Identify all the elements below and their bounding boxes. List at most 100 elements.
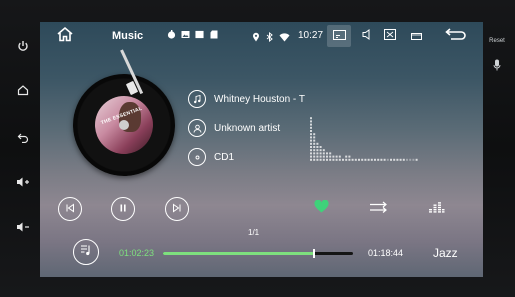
spectrum-cell	[351, 158, 354, 161]
spectrum-cell	[316, 149, 319, 152]
volume-button[interactable]	[358, 25, 376, 47]
spectrum-cell	[399, 158, 402, 161]
spectrum-cell	[342, 158, 344, 161]
spectrum-visualizer	[310, 117, 418, 161]
spectrum-cell	[364, 158, 367, 161]
person-icon	[188, 119, 206, 137]
spectrum-cell	[310, 130, 312, 132]
play-mode-button[interactable]	[368, 201, 390, 217]
screenshot-button[interactable]	[381, 25, 399, 47]
spectrum-cell	[329, 152, 332, 155]
spectrum-cell	[310, 146, 312, 148]
spectrum-cell	[338, 158, 341, 161]
spectrum-cell	[310, 123, 312, 126]
power-icon	[17, 40, 29, 52]
screen: Music 10:27 THE ESSENTIAL Whitney Housto…	[40, 22, 483, 277]
spectrum-cell	[310, 133, 312, 136]
progress-knob[interactable]	[312, 249, 315, 258]
reset-label[interactable]: Reset	[486, 38, 508, 44]
spectrum-cell	[310, 120, 312, 123]
eq-preset-label[interactable]: Jazz	[433, 246, 458, 260]
spectrum-cell	[313, 139, 316, 142]
volume-up-button[interactable]	[9, 172, 37, 192]
back-nav-button[interactable]	[442, 25, 470, 47]
spectrum-cell	[310, 152, 312, 155]
spectrum-cell	[348, 155, 351, 158]
spectrum-cell	[332, 158, 335, 161]
disc-spindle	[119, 120, 129, 130]
home-icon	[56, 26, 74, 47]
screenshot-icon	[384, 27, 396, 45]
equalizer-icon	[428, 200, 445, 218]
spectrum-cell	[322, 158, 325, 161]
spectrum-cell	[313, 149, 316, 152]
spectrum-cell	[310, 155, 312, 158]
spectrum-cell	[310, 139, 312, 142]
track-title-row: Whitney Houston - T	[188, 90, 305, 108]
playlist-button[interactable]	[73, 239, 99, 265]
spectrum-cell	[332, 155, 335, 158]
spectrum-cell	[377, 158, 380, 161]
screen-cast-button[interactable]	[327, 25, 351, 47]
spectrum-cell	[326, 155, 328, 158]
spectrum-cell	[310, 149, 312, 152]
mic-icon	[489, 58, 505, 72]
home-button[interactable]	[9, 80, 37, 100]
disc-icon	[188, 148, 206, 166]
spectrum-cell	[310, 126, 312, 129]
spectrum-cell	[329, 155, 332, 158]
spectrum-cell	[338, 155, 341, 158]
spectrum-cell	[310, 142, 312, 145]
spectrum-cell	[329, 158, 332, 161]
volume-down-icon	[16, 221, 30, 233]
previous-button[interactable]	[58, 197, 82, 221]
bluetooth-icon	[266, 29, 273, 47]
next-button[interactable]	[165, 197, 189, 221]
track-title: Whitney Houston - T	[214, 93, 305, 105]
window-icon	[195, 30, 204, 39]
music-icon	[167, 30, 176, 39]
track-artist: Unknown artist	[214, 122, 281, 134]
power-button[interactable]	[9, 36, 37, 56]
spectrum-cell	[326, 158, 328, 161]
spectrum-cell	[316, 158, 319, 161]
spectrum-cell	[402, 158, 405, 161]
spectrum-cell	[313, 142, 316, 145]
spectrum-cell	[335, 155, 338, 158]
image-icon	[181, 30, 190, 39]
sequential-icon	[369, 200, 389, 218]
spectrum-cell	[316, 142, 319, 145]
spectrum-cell	[412, 158, 415, 161]
window-button[interactable]	[407, 25, 425, 47]
spectrum-cell	[322, 152, 325, 155]
spectrum-cell	[310, 136, 312, 139]
home-icon	[17, 84, 29, 96]
volume-down-button[interactable]	[9, 217, 37, 237]
pause-button[interactable]	[111, 197, 135, 221]
spectrum-cell	[386, 158, 389, 161]
spectrum-cell	[319, 152, 322, 155]
return-icon	[445, 27, 467, 46]
track-position: 1/1	[248, 228, 260, 237]
spectrum-cell	[313, 146, 316, 148]
spectrum-cell	[374, 158, 376, 161]
spectrum-cell	[370, 158, 373, 161]
spectrum-cell	[313, 136, 316, 139]
equalizer-button[interactable]	[426, 201, 446, 217]
spectrum-cell	[345, 155, 348, 158]
spectrum-cell	[354, 158, 357, 161]
home-shortcut-button[interactable]	[54, 26, 76, 47]
music-note-icon	[188, 90, 206, 108]
spectrum-cell	[393, 158, 396, 161]
spectrum-cell	[380, 158, 383, 161]
spectrum-cell	[319, 146, 322, 148]
spectrum-cell	[319, 155, 322, 158]
spectrum-cell	[310, 158, 312, 161]
favorite-button[interactable]	[312, 199, 330, 217]
spectrum-cell	[383, 158, 386, 161]
track-album-row: CD1	[188, 148, 234, 166]
progress-bar[interactable]	[163, 249, 353, 258]
track-artist-row: Unknown artist	[188, 119, 280, 137]
back-button[interactable]	[9, 127, 37, 147]
album-disc[interactable]: THE ESSENTIAL	[73, 74, 175, 176]
